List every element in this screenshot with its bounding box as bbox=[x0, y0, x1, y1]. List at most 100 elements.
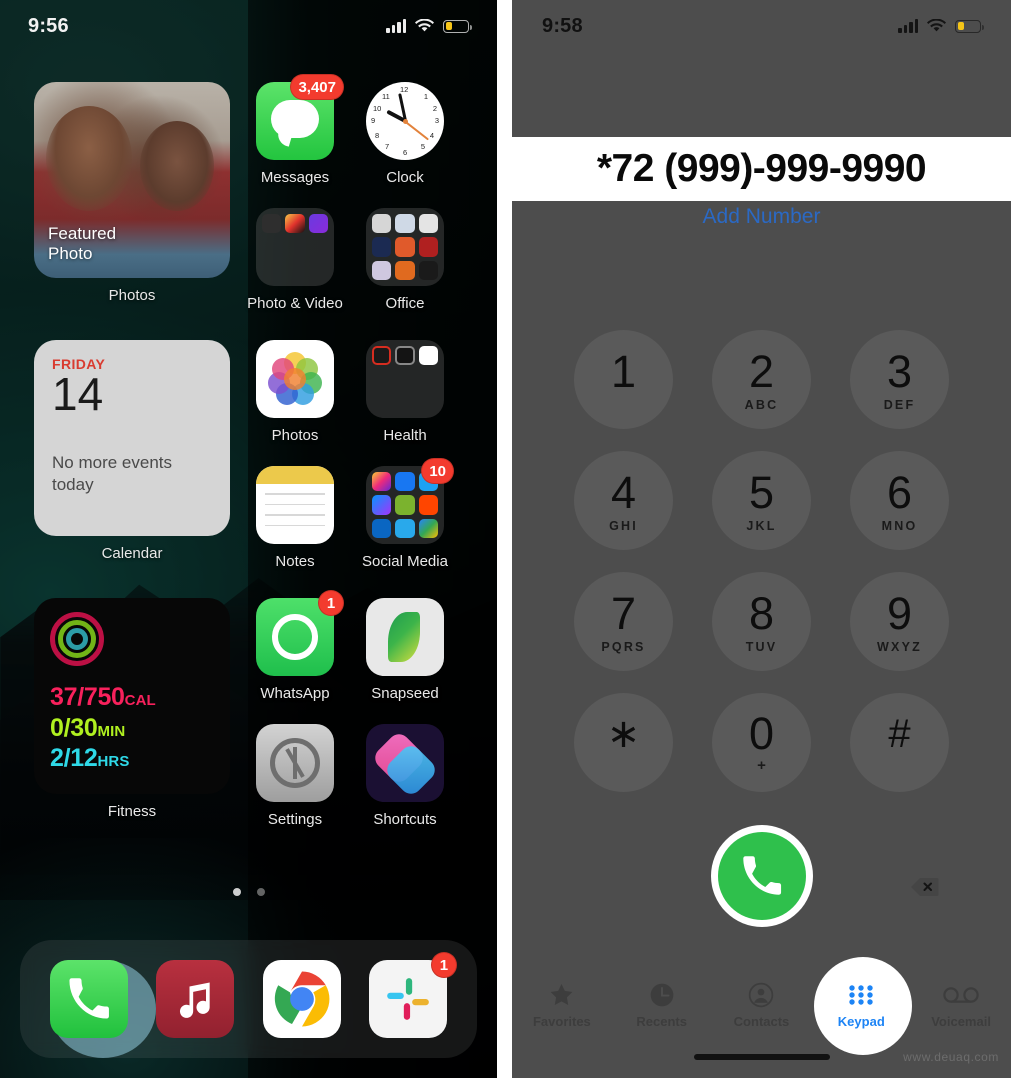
voicemail-icon bbox=[916, 979, 1006, 1011]
messages-badge: 3,407 bbox=[290, 74, 344, 100]
key-star[interactable]: ∗ bbox=[574, 693, 673, 792]
page-dot-2[interactable] bbox=[256, 888, 265, 896]
app-whatsapp[interactable]: 1 WhatsApp bbox=[240, 590, 350, 702]
folder-health[interactable]: Health bbox=[350, 340, 460, 444]
clock-icon[interactable]: 12 3 6 9 1 2 4 5 7 8 10 11 bbox=[366, 82, 444, 160]
key-letters: DEF bbox=[883, 397, 916, 412]
music-note-icon[interactable] bbox=[156, 960, 235, 1038]
home-indicator-bar[interactable] bbox=[693, 1054, 830, 1060]
fitness-move-value: 37/750 bbox=[50, 683, 125, 711]
star-icon bbox=[517, 979, 607, 1011]
key-letters: MNO bbox=[881, 518, 918, 533]
battery-low-icon bbox=[955, 19, 984, 33]
phone-handset-icon bbox=[742, 856, 781, 895]
tab-contacts[interactable]: Contacts bbox=[716, 979, 806, 1029]
app-photos[interactable]: Photos bbox=[240, 340, 350, 444]
dialed-number-text: *72 (999)-999-9990 bbox=[596, 147, 927, 190]
activity-rings-icon bbox=[50, 612, 104, 666]
key-4[interactable]: 4 GHI bbox=[574, 451, 673, 550]
call-row bbox=[512, 826, 1011, 928]
tab-recents[interactable]: Recents bbox=[617, 979, 707, 1029]
key-digit: 6 bbox=[886, 466, 913, 518]
app-messages[interactable]: 3,407 Messages bbox=[240, 74, 350, 186]
tab-voicemail[interactable]: Voicemail bbox=[916, 979, 1006, 1029]
key-letters: TUV bbox=[745, 639, 778, 654]
dialed-number-field[interactable]: *72 (999)-999-9990 bbox=[512, 137, 1011, 201]
folder-icon[interactable] bbox=[366, 340, 444, 418]
whatsapp-badge: 1 bbox=[318, 590, 344, 616]
app-label-settings: Settings bbox=[267, 811, 323, 828]
keypad-row: ∗ 0 + # bbox=[512, 693, 1011, 792]
photos-overlay-line1: Featured bbox=[48, 223, 117, 243]
settings-gear-icon[interactable] bbox=[256, 724, 334, 802]
fitness-widget[interactable]: 37/750CAL 0/30MIN 2/12HRS bbox=[34, 598, 230, 794]
folder-photo-and-video[interactable]: Photo & Video bbox=[240, 208, 350, 312]
key-digit: 8 bbox=[748, 587, 775, 639]
key-2[interactable]: 2 ABC bbox=[712, 330, 811, 429]
key-digit: 5 bbox=[748, 466, 775, 518]
app-settings[interactable]: Settings bbox=[240, 724, 350, 828]
key-0[interactable]: 0 + bbox=[712, 693, 811, 792]
keypad-row: 4 GHI 5 JKL 6 MNO bbox=[512, 451, 1011, 550]
keypad-dots-icon bbox=[816, 979, 906, 1011]
slack-icon[interactable]: 1 bbox=[368, 952, 457, 1038]
call-button[interactable] bbox=[717, 832, 806, 920]
key-3[interactable]: 3 DEF bbox=[850, 330, 949, 429]
app-snapseed[interactable]: Snapseed bbox=[350, 598, 460, 702]
app-notes[interactable]: Notes bbox=[240, 466, 350, 570]
app-shortcuts[interactable]: Shortcuts bbox=[350, 724, 460, 828]
key-6[interactable]: 6 MNO bbox=[850, 451, 949, 550]
key-1[interactable]: 1 bbox=[574, 330, 673, 429]
messages-icon[interactable]: 3,407 bbox=[256, 74, 344, 160]
key-9[interactable]: 9 WXYZ bbox=[850, 572, 949, 671]
folder-icon[interactable] bbox=[366, 208, 444, 286]
key-8[interactable]: 8 TUV bbox=[712, 572, 811, 671]
fitness-stand-value: 2/12 bbox=[50, 744, 98, 772]
notes-icon[interactable] bbox=[256, 466, 334, 544]
delete-backspace-button[interactable] bbox=[905, 874, 945, 900]
key-digit: 4 bbox=[610, 466, 637, 518]
dock-item-slack[interactable]: 1 bbox=[355, 950, 461, 1048]
chrome-icon[interactable] bbox=[262, 960, 341, 1038]
backspace-icon bbox=[911, 878, 939, 896]
key-hash[interactable]: # bbox=[850, 693, 949, 792]
app-label-photo-video: Photo & Video bbox=[247, 295, 343, 312]
photos-overlay-line2: Photo bbox=[48, 243, 93, 263]
app-label-health: Health bbox=[383, 427, 427, 444]
photos-widget[interactable]: Featured Photo bbox=[34, 82, 230, 278]
whatsapp-icon[interactable]: 1 bbox=[256, 590, 344, 676]
dock-item-music[interactable] bbox=[142, 950, 248, 1048]
key-5[interactable]: 5 JKL bbox=[712, 451, 811, 550]
photos-icon[interactable] bbox=[256, 340, 334, 418]
watermark: www.deuaq.com bbox=[903, 1050, 999, 1064]
iphone-home-screen-panel: 9:56 Featured Photo Photos 3,407 Message… bbox=[0, 0, 497, 1078]
social-media-badge: 10 bbox=[421, 458, 454, 484]
app-clock[interactable]: 12 3 6 9 1 2 4 5 7 8 10 11 Clock bbox=[350, 82, 460, 186]
page-dot-1[interactable] bbox=[232, 888, 241, 896]
home-status-bar: 9:56 bbox=[0, 0, 497, 52]
dock-item-chrome[interactable] bbox=[249, 950, 355, 1048]
app-label-photos: Photos bbox=[271, 427, 319, 444]
folder-icon[interactable] bbox=[256, 208, 334, 286]
folder-social-media[interactable]: 10 Social Media bbox=[350, 458, 460, 570]
page-dots[interactable] bbox=[0, 888, 497, 896]
calendar-widget[interactable]: FRIDAY 14 No more events today bbox=[34, 340, 230, 536]
folder-office[interactable]: Office bbox=[350, 208, 460, 312]
status-time: 9:58 bbox=[542, 14, 583, 37]
folder-icon[interactable]: 10 bbox=[366, 458, 454, 544]
key-digit: 3 bbox=[886, 345, 913, 397]
key-7[interactable]: 7 PQRS bbox=[574, 572, 673, 671]
dock-item-phone[interactable] bbox=[36, 950, 157, 1058]
tab-keypad[interactable]: Keypad bbox=[816, 979, 906, 1029]
snapseed-icon[interactable] bbox=[366, 598, 444, 676]
app-label-whatsapp: WhatsApp bbox=[260, 685, 330, 702]
shortcuts-icon[interactable] bbox=[366, 724, 444, 802]
tab-favorites[interactable]: Favorites bbox=[517, 979, 607, 1029]
calendar-widget-label: Calendar bbox=[101, 545, 163, 562]
photos-widget-overlay: Featured Photo bbox=[48, 224, 116, 264]
phone-icon[interactable] bbox=[50, 960, 129, 1038]
add-number-button[interactable]: Add Number bbox=[512, 205, 1011, 229]
key-digit: 9 bbox=[886, 587, 913, 639]
fitness-exercise-unit: MIN bbox=[97, 722, 126, 740]
keypad-row: 1 2 ABC 3 DEF bbox=[512, 330, 1011, 429]
